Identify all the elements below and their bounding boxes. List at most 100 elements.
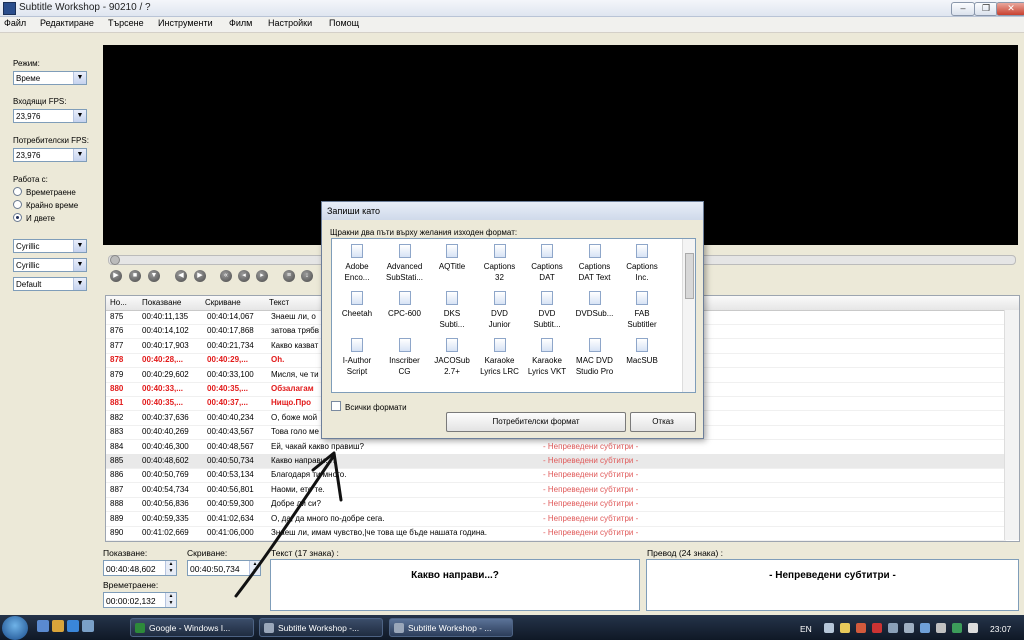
- translation-editor[interactable]: - Непреведени субтитри -: [646, 559, 1019, 611]
- rewind-icon[interactable]: «: [220, 270, 232, 282]
- format-item[interactable]: MAC DVD Studio Pro: [572, 338, 618, 377]
- minimize-button[interactable]: –: [951, 2, 975, 16]
- menu-settings[interactable]: Настройки: [268, 18, 312, 28]
- cell-hide-time: 00:40:37,...: [207, 398, 248, 408]
- format-item[interactable]: CPC-600: [382, 291, 428, 319]
- format-item[interactable]: Karaoke Lyrics LRC: [477, 338, 523, 377]
- cell-number: 875: [110, 312, 124, 321]
- table-row[interactable]: 886 00:40:50,769 00:40:53,134 Благодаря ти …: [106, 468, 1006, 484]
- menu-tools[interactable]: Инструменти: [158, 18, 213, 28]
- maximize-button[interactable]: ❐: [974, 2, 998, 16]
- play-icon[interactable]: ▶: [110, 270, 122, 282]
- format-item[interactable]: Adobe Enco...: [334, 244, 380, 283]
- charset-select-3[interactable]: Default ▼: [13, 277, 87, 291]
- custom-format-button[interactable]: Потребителски формат: [446, 412, 626, 432]
- clock[interactable]: 23:07: [990, 624, 1011, 634]
- stop-icon[interactable]: ■: [129, 270, 141, 282]
- volume-icon[interactable]: [968, 623, 978, 633]
- format-item[interactable]: AQTitle: [429, 244, 475, 272]
- cancel-button[interactable]: Отказ: [630, 412, 696, 432]
- tray-icon-3[interactable]: [872, 623, 882, 633]
- seek-handle[interactable]: [110, 255, 120, 265]
- menu-file[interactable]: Файл: [4, 18, 26, 28]
- hide-time-field[interactable]: 00:40:50,734 ▲ ▼: [187, 560, 261, 576]
- step-forward-icon[interactable]: ▸: [256, 270, 268, 282]
- table-row[interactable]: 890 00:41:02,669 00:41:06,000 Знаеш ли, има…: [106, 526, 1006, 541]
- task-subtitle-workshop-1[interactable]: Subtitle Workshop -...: [259, 618, 383, 637]
- col-hide[interactable]: Скриване: [205, 298, 241, 307]
- network-icon[interactable]: [904, 623, 914, 633]
- table-row[interactable]: 887 00:40:54,734 00:40:56,801 Наоми, ето те…: [106, 483, 1006, 498]
- radio-end-time[interactable]: Крайно време: [13, 200, 78, 210]
- tray-icon-1[interactable]: [840, 623, 850, 633]
- text-editor[interactable]: Какво направи...?: [270, 559, 640, 611]
- tray-icon-6[interactable]: [936, 623, 946, 633]
- menu-help[interactable]: Помощ: [329, 18, 359, 28]
- table-row[interactable]: 888 00:40:56,836 00:40:59,300 Добре ли си? -…: [106, 497, 1006, 513]
- spinner-icon[interactable]: ▲ ▼: [165, 593, 176, 607]
- format-item[interactable]: JACOSub 2.7+: [429, 338, 475, 377]
- tray-icon-4[interactable]: [888, 623, 898, 633]
- format-item[interactable]: Cheetah: [334, 291, 380, 319]
- format-item[interactable]: DVD Junior: [477, 291, 523, 330]
- tray-icon-5[interactable]: [920, 623, 930, 633]
- format-item[interactable]: I-Author Script: [334, 338, 380, 377]
- scroll-thumb[interactable]: [685, 253, 694, 299]
- cell-number: 884: [110, 441, 124, 451]
- show-desktop-icon[interactable]: [37, 620, 49, 632]
- browser-icon[interactable]: [67, 620, 79, 632]
- step-back-icon[interactable]: ◂: [238, 270, 250, 282]
- table-row[interactable]: 884 00:40:46,300 00:40:48,567 Ей, чакай как…: [106, 440, 1006, 455]
- input-fps-select[interactable]: 23,976 ▼: [13, 109, 87, 123]
- format-item[interactable]: FAB Subtitler: [619, 291, 665, 330]
- format-item[interactable]: DVDSub...: [572, 291, 618, 319]
- frame-down-icon[interactable]: ▼: [148, 270, 160, 282]
- format-item[interactable]: MacSUB: [619, 338, 665, 366]
- mode-select[interactable]: Време ▼: [13, 71, 87, 85]
- close-button[interactable]: ✕: [996, 2, 1024, 16]
- all-formats-checkbox[interactable]: Всички формати: [331, 401, 407, 412]
- show-time-field[interactable]: 00:40:48,602 ▲ ▼: [103, 560, 177, 576]
- menu-movie[interactable]: Филм: [229, 18, 252, 28]
- format-item[interactable]: Advanced SubStati...: [382, 244, 428, 283]
- forward-icon[interactable]: ▶: [194, 270, 206, 282]
- format-list-scrollbar[interactable]: [682, 239, 695, 392]
- format-item[interactable]: DVD Subtit...: [524, 291, 570, 330]
- language-indicator[interactable]: EN: [800, 624, 812, 634]
- task-subtitle-workshop-2[interactable]: Subtitle Workshop - ...: [389, 618, 513, 637]
- explorer-icon[interactable]: [52, 620, 64, 632]
- charset-select-2[interactable]: Cyrillic ▼: [13, 258, 87, 272]
- format-item[interactable]: Captions DAT: [524, 244, 570, 283]
- start-button[interactable]: [2, 616, 28, 640]
- duration-field[interactable]: 00:00:02,132 ▲ ▼: [103, 592, 177, 608]
- tray-icon-2[interactable]: [856, 623, 866, 633]
- back-icon[interactable]: ◀: [175, 270, 187, 282]
- table-row[interactable]: 889 00:40:59,335 00:41:02,634 О, да, да мно…: [106, 512, 1006, 527]
- switch-windows-icon[interactable]: [82, 620, 94, 632]
- set-hide-time-icon[interactable]: ↓: [301, 270, 313, 282]
- menu-search[interactable]: Търсене: [108, 18, 144, 28]
- format-item[interactable]: Inscriber CG: [382, 338, 428, 377]
- radio-both[interactable]: И двете: [13, 213, 55, 223]
- format-item[interactable]: Captions DAT Text: [572, 244, 618, 283]
- spinner-icon[interactable]: ▲ ▼: [249, 561, 260, 575]
- radio-duration[interactable]: Времетраене: [13, 187, 76, 197]
- task-google[interactable]: Google - Windows I...: [130, 618, 254, 637]
- format-item[interactable]: DKS Subti...: [429, 291, 475, 330]
- table-row[interactable]: 885 00:40:48,602 00:40:50,734 Какво направи…: [106, 454, 1006, 469]
- col-show[interactable]: Показване: [142, 298, 181, 307]
- spinner-icon[interactable]: ▲ ▼: [165, 561, 176, 575]
- translation-label: Превод (24 знака) :: [647, 548, 723, 558]
- grid-scrollbar[interactable]: [1004, 310, 1019, 540]
- col-text[interactable]: Текст: [269, 298, 289, 307]
- charset-select-1[interactable]: Cyrillic ▼: [13, 239, 87, 253]
- col-number[interactable]: Но...: [110, 298, 127, 307]
- format-item[interactable]: Captions Inc.: [619, 244, 665, 283]
- user-fps-select[interactable]: 23,976 ▼: [13, 148, 87, 162]
- menu-edit[interactable]: Редактиране: [40, 18, 94, 28]
- tray-icon-7[interactable]: [952, 623, 962, 633]
- format-item[interactable]: Karaoke Lyrics VKT: [524, 338, 570, 377]
- format-item[interactable]: Captions 32: [477, 244, 523, 283]
- set-show-time-icon[interactable]: ≡: [283, 270, 295, 282]
- tray-arrow-icon[interactable]: [824, 623, 834, 633]
